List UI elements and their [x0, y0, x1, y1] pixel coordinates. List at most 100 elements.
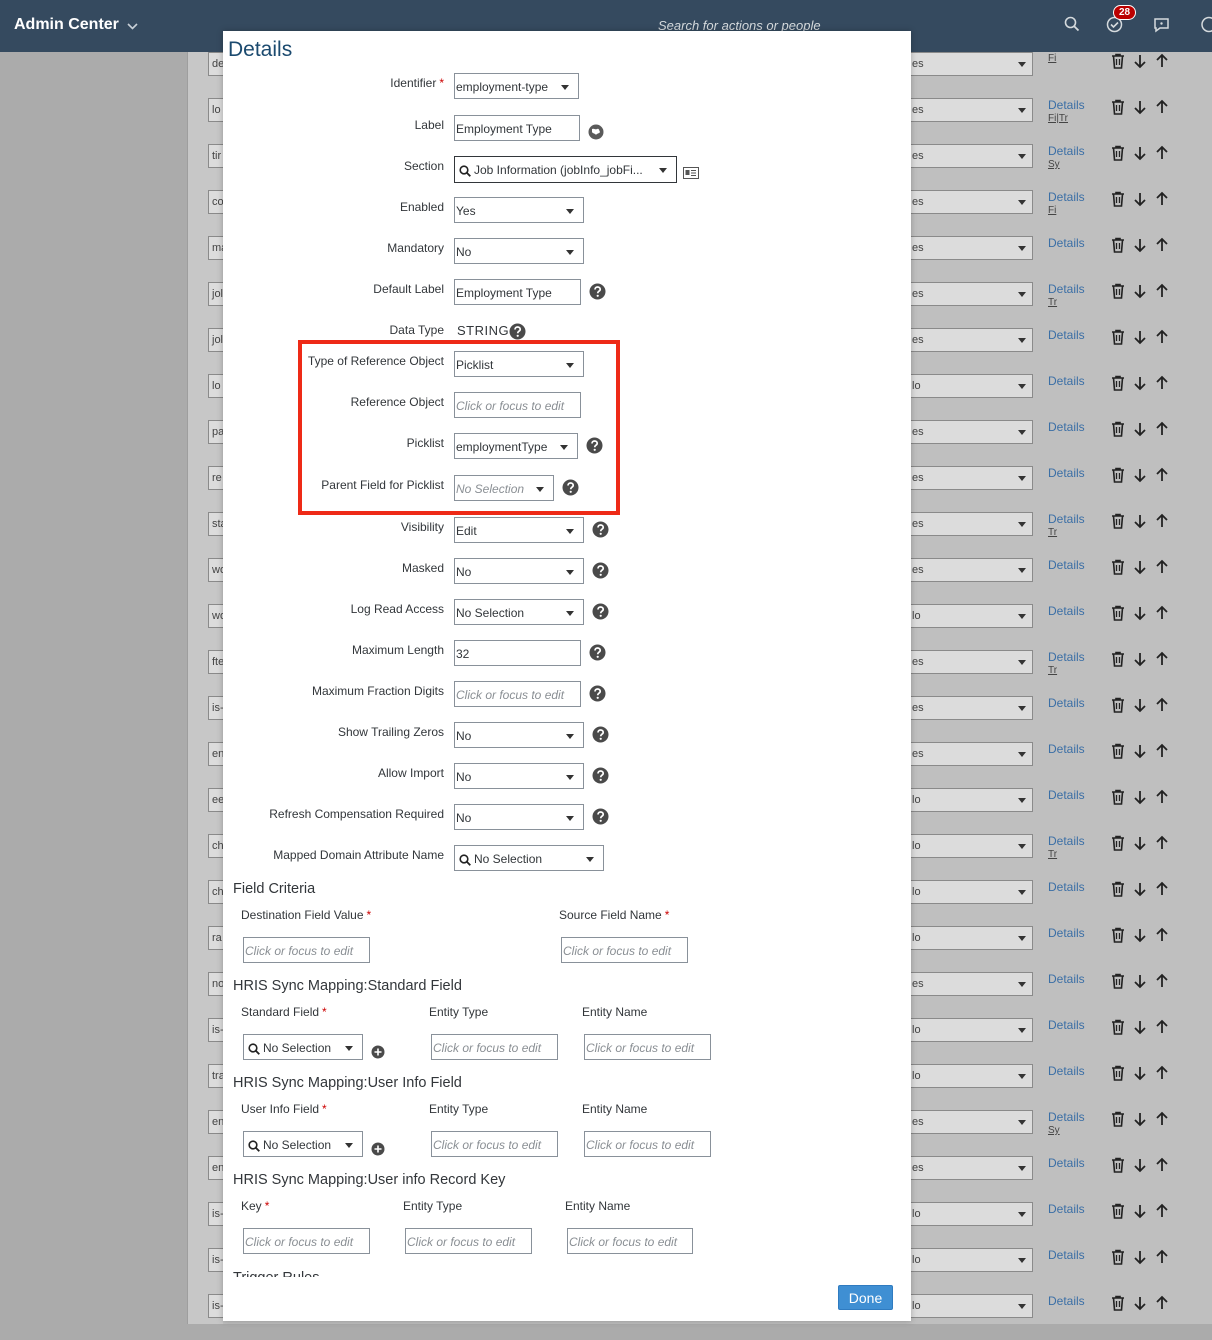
details-link-group[interactable]: Details [1048, 972, 1085, 986]
trash-icon[interactable] [1111, 1203, 1125, 1219]
arrow-up-icon[interactable] [1155, 697, 1169, 713]
arrow-up-icon[interactable] [1155, 329, 1169, 345]
arrow-down-icon[interactable] [1133, 651, 1147, 667]
field-value-select[interactable]: lo [907, 1202, 1033, 1226]
details-link-group[interactable]: Details [1048, 1156, 1085, 1170]
help-circle-icon[interactable] [586, 437, 603, 454]
details-link[interactable]: Details [1048, 512, 1085, 526]
arrow-down-icon[interactable] [1133, 1111, 1147, 1127]
details-link-group[interactable]: Details [1048, 1202, 1085, 1216]
user-info-field-select[interactable]: No Selection [243, 1131, 363, 1157]
standard-entity-name-input[interactable]: Click or focus to edit [584, 1034, 711, 1060]
details-link[interactable]: Details [1048, 1248, 1085, 1262]
arrow-down-icon[interactable] [1133, 191, 1147, 207]
arrow-up-icon[interactable] [1155, 1157, 1169, 1173]
log-read-access-select[interactable]: No Selection [454, 599, 584, 625]
field-value-select[interactable]: es [907, 466, 1033, 490]
done-button[interactable]: Done [838, 1285, 893, 1310]
details-link[interactable]: Details [1048, 972, 1085, 986]
arrow-up-icon[interactable] [1155, 835, 1169, 851]
arrow-down-icon[interactable] [1133, 99, 1147, 115]
label-input[interactable]: Employment Type [454, 115, 580, 141]
arrow-down-icon[interactable] [1133, 973, 1147, 989]
details-link-group[interactable]: Details [1048, 420, 1085, 434]
details-link-group[interactable]: Details [1048, 604, 1085, 618]
add-circle-icon[interactable] [371, 1142, 385, 1156]
trash-icon[interactable] [1111, 467, 1125, 483]
arrow-up-icon[interactable] [1155, 743, 1169, 759]
enabled-select[interactable]: Yes [454, 197, 584, 223]
arrow-down-icon[interactable] [1133, 559, 1147, 575]
details-link[interactable]: Details [1048, 650, 1085, 664]
source-field-name-input[interactable]: Click or focus to edit [561, 937, 688, 963]
arrow-down-icon[interactable] [1133, 513, 1147, 529]
field-value-select[interactable]: es [907, 236, 1033, 260]
details-link-group[interactable]: Details Sy [1048, 144, 1085, 172]
arrow-up-icon[interactable] [1155, 973, 1169, 989]
details-link[interactable]: Details [1048, 696, 1085, 710]
help-circle-icon[interactable] [592, 521, 609, 538]
details-link[interactable]: Details [1048, 236, 1085, 250]
arrow-up-icon[interactable] [1155, 605, 1169, 621]
details-link[interactable]: Details [1048, 926, 1085, 940]
help-circle-icon[interactable] [592, 562, 609, 579]
search-icon[interactable] [1064, 16, 1080, 32]
trash-icon[interactable] [1111, 881, 1125, 897]
translate-globe-icon[interactable] [588, 124, 604, 140]
field-value-select[interactable]: lo [907, 604, 1033, 628]
details-link-group[interactable]: Details [1048, 328, 1085, 342]
trash-icon[interactable] [1111, 53, 1125, 69]
field-value-select[interactable]: lo [907, 1018, 1033, 1042]
arrow-down-icon[interactable] [1133, 421, 1147, 437]
arrow-down-icon[interactable] [1133, 145, 1147, 161]
help-circle-icon[interactable] [592, 603, 609, 620]
details-link[interactable]: Details [1048, 558, 1085, 572]
arrow-down-icon[interactable] [1133, 329, 1147, 345]
details-link-group[interactable]: Details [1048, 466, 1085, 480]
trash-icon[interactable] [1111, 375, 1125, 391]
details-link[interactable]: Details [1048, 1110, 1085, 1124]
arrow-down-icon[interactable] [1133, 283, 1147, 299]
arrow-down-icon[interactable] [1133, 1019, 1147, 1035]
arrow-up-icon[interactable] [1155, 1065, 1169, 1081]
details-link-group[interactable]: Details Sy [1048, 1110, 1085, 1138]
add-circle-icon[interactable] [371, 1045, 385, 1059]
arrow-down-icon[interactable] [1133, 605, 1147, 621]
trash-icon[interactable] [1111, 329, 1125, 345]
arrow-up-icon[interactable] [1155, 375, 1169, 391]
field-value-select[interactable]: lo [907, 880, 1033, 904]
details-link-group[interactable]: Details [1048, 374, 1085, 388]
arrow-up-icon[interactable] [1155, 1295, 1169, 1311]
arrow-down-icon[interactable] [1133, 237, 1147, 253]
reference-object-input[interactable]: Click or focus to edit [454, 392, 581, 418]
details-link-group[interactable]: Details Fi [1048, 190, 1085, 218]
arrow-down-icon[interactable] [1133, 835, 1147, 851]
trash-icon[interactable] [1111, 1111, 1125, 1127]
mandatory-select[interactable]: No [454, 238, 584, 264]
trash-icon[interactable] [1111, 1157, 1125, 1173]
trash-icon[interactable] [1111, 283, 1125, 299]
help-circle-icon[interactable] [509, 323, 526, 340]
details-link[interactable]: Details [1048, 834, 1085, 848]
details-link[interactable]: Details [1048, 1294, 1085, 1308]
maximum-fraction-digits-input[interactable]: Click or focus to edit [454, 681, 581, 707]
trash-icon[interactable] [1111, 1065, 1125, 1081]
details-link-group[interactable]: Details [1048, 236, 1085, 250]
field-value-select[interactable]: es [907, 1156, 1033, 1180]
masked-select[interactable]: No [454, 558, 584, 584]
section-select[interactable]: Job Information (jobInfo_jobFi... [454, 156, 677, 183]
user-info-entity-name-input[interactable]: Click or focus to edit [584, 1131, 711, 1157]
arrow-down-icon[interactable] [1133, 467, 1147, 483]
parent-field-for-picklist-select[interactable]: No Selection [454, 475, 554, 501]
details-link[interactable]: Details [1048, 604, 1085, 618]
arrow-up-icon[interactable] [1155, 421, 1169, 437]
trash-icon[interactable] [1111, 1249, 1125, 1265]
arrow-up-icon[interactable] [1155, 789, 1169, 805]
type-of-reference-object-select[interactable]: Picklist [454, 351, 584, 377]
trash-icon[interactable] [1111, 513, 1125, 529]
details-link-group[interactable]: Details Tr [1048, 650, 1085, 678]
details-link-group[interactable]: Details Tr [1048, 512, 1085, 540]
arrow-up-icon[interactable] [1155, 237, 1169, 253]
details-link[interactable]: Details [1048, 1156, 1085, 1170]
arrow-down-icon[interactable] [1133, 697, 1147, 713]
